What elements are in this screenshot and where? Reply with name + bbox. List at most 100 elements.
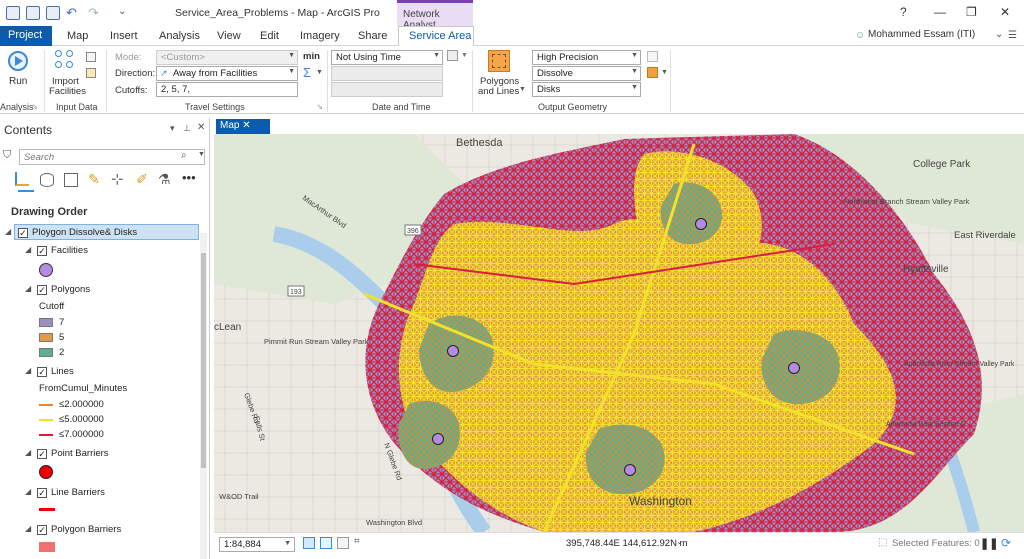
undo-icon[interactable]: ↶ — [66, 5, 77, 21]
date-field[interactable] — [331, 66, 443, 81]
expand-arrow-icon[interactable]: ◢ — [5, 227, 11, 236]
pane-menu-icon[interactable]: ▾ — [170, 123, 175, 134]
facilities-checkbox[interactable]: ✓ — [37, 246, 47, 256]
list-by-selection-icon[interactable] — [64, 173, 78, 187]
import-facilities-icon[interactable] — [55, 50, 77, 72]
lines-checkbox[interactable]: ✓ — [37, 367, 47, 377]
grid-icon[interactable] — [337, 537, 349, 549]
customize-qat-icon[interactable]: ⌄ — [118, 6, 126, 17]
list-by-editing-icon[interactable]: ✎ — [88, 171, 100, 188]
expand-arrow-icon[interactable]: ◢ — [25, 245, 31, 254]
restore-button[interactable]: ❐ — [966, 5, 977, 19]
expand-arrow-icon[interactable]: ◢ — [25, 487, 31, 496]
layer-visibility-checkbox[interactable]: ✓ — [18, 228, 28, 238]
scale-lock-icon[interactable]: ⌗ — [354, 536, 360, 547]
expand-arrow-icon[interactable]: ◢ — [25, 284, 31, 293]
properties-icon[interactable] — [86, 68, 96, 78]
run-icon[interactable] — [8, 51, 28, 71]
tab-service-area[interactable]: Service Area — [398, 26, 474, 47]
tab-analysis[interactable]: Analysis — [159, 30, 200, 42]
polygon-style-icon[interactable] — [647, 67, 658, 78]
run-button[interactable]: Run — [9, 76, 27, 87]
tab-map-view[interactable]: Map ✕ — [216, 119, 270, 134]
calendar-icon[interactable] — [447, 50, 458, 61]
close-button[interactable]: ✕ — [1000, 5, 1010, 19]
list-by-labeling-icon[interactable]: ✐ — [136, 171, 148, 188]
user-menu-chevron-icon[interactable]: ⌄ — [995, 29, 1003, 40]
tab-imagery[interactable]: Imagery — [300, 30, 340, 42]
user-account[interactable]: Mohammed Essam (ITI) — [868, 29, 975, 40]
open-project-icon[interactable] — [26, 6, 40, 20]
list-by-snapping-icon[interactable]: ⊹ — [111, 170, 124, 188]
direction-dropdown[interactable]: ↗ Away from Facilities ▼ — [156, 66, 298, 81]
expand-arrow-icon[interactable]: ◢ — [25, 524, 31, 533]
pin-icon[interactable]: ⊥ — [183, 123, 191, 134]
polygons-dropdown-icon[interactable]: ▼ — [519, 86, 526, 93]
facility-point[interactable] — [624, 464, 636, 476]
sigma-dropdown-icon[interactable]: ▼ — [316, 69, 323, 76]
polygons-layer[interactable]: Polygons — [51, 284, 90, 295]
dissolve-dropdown[interactable]: Dissolve ▼ — [532, 66, 641, 81]
polygon-barriers-layer[interactable]: Polygon Barriers — [51, 524, 121, 535]
new-project-icon[interactable] — [6, 6, 20, 20]
list-by-data-source-icon[interactable] — [40, 173, 54, 187]
pause-drawing-icon[interactable]: ❚❚ — [980, 537, 998, 550]
tab-project[interactable]: Project — [0, 26, 52, 46]
line-barriers-layer[interactable]: Line Barriers — [51, 487, 105, 498]
precision-dropdown[interactable]: High Precision ▼ — [532, 50, 641, 65]
list-by-perspective-icon[interactable]: ⚗ — [158, 171, 171, 188]
expand-arrow-icon[interactable]: ◢ — [25, 448, 31, 457]
add-item-icon[interactable] — [86, 52, 96, 62]
fixed-extent-icon[interactable] — [320, 537, 332, 549]
expand-arrow-icon[interactable]: ◢ — [25, 366, 31, 375]
facility-point[interactable] — [432, 433, 444, 445]
tab-map[interactable]: Map — [67, 30, 88, 42]
facilities-layer[interactable]: Facilities — [51, 245, 88, 256]
sigma-icon[interactable]: Σ — [303, 65, 311, 80]
contents-scroll-thumb[interactable] — [201, 253, 206, 468]
service-area-2min[interactable] — [761, 330, 840, 405]
coordinate-format-chevron-icon[interactable]: ⌄ — [676, 537, 683, 546]
tab-edit[interactable]: Edit — [260, 30, 279, 42]
fixed-zoom-icon[interactable] — [303, 537, 315, 549]
minimize-button[interactable]: — — [934, 5, 946, 19]
refresh-icon[interactable]: ⟳ — [1001, 536, 1011, 550]
lines-layer[interactable]: Lines — [51, 366, 74, 377]
launcher-icon[interactable]: ⬂ — [32, 103, 38, 111]
travel-launcher-icon[interactable]: ⬂ — [317, 103, 323, 111]
help-button[interactable]: ? — [900, 5, 907, 19]
facility-point[interactable] — [788, 362, 800, 374]
tab-insert[interactable]: Insert — [110, 30, 138, 42]
pane-close-icon[interactable]: ✕ — [197, 122, 205, 133]
service-area-2min[interactable] — [585, 424, 665, 495]
search-input[interactable]: Search — [19, 149, 205, 165]
cutoffs-input[interactable]: 2, 5, 7, — [156, 82, 298, 97]
facility-point[interactable] — [447, 345, 459, 357]
calendar-dropdown-icon[interactable]: ▼ — [461, 52, 468, 59]
polygon-barriers-checkbox[interactable]: ✓ — [37, 525, 47, 535]
facility-point[interactable] — [695, 218, 707, 230]
point-barriers-checkbox[interactable]: ✓ — [37, 449, 47, 459]
time-field[interactable] — [331, 82, 443, 97]
save-project-icon[interactable] — [46, 6, 60, 20]
search-dropdown-icon[interactable]: ▼ — [198, 151, 205, 158]
polygons-and-lines-icon[interactable] — [488, 50, 510, 72]
list-by-drawing-order-icon[interactable] — [15, 172, 29, 186]
tab-view[interactable]: View — [217, 30, 241, 42]
mode-dropdown[interactable]: <Custom> ▼ — [156, 50, 298, 65]
polygons-checkbox[interactable]: ✓ — [37, 285, 47, 295]
more-options-icon[interactable]: ••• — [182, 170, 196, 185]
polygon-style-dropdown-icon[interactable]: ▼ — [661, 69, 668, 76]
tab-share[interactable]: Share — [358, 30, 387, 42]
search-icon[interactable]: ⌕ — [181, 150, 187, 161]
notifications-icon[interactable]: ☰ — [1008, 30, 1017, 41]
map-view[interactable]: Bethesda College Park East Riverdale Hya… — [214, 134, 1024, 532]
filter-icon[interactable]: ⛉ — [3, 149, 11, 162]
scale-dropdown[interactable]: 1:84,884 ▼ — [219, 537, 295, 552]
time-dropdown[interactable]: Not Using Time ▼ — [331, 50, 443, 65]
map-tab-close-icon[interactable]: ✕ — [242, 120, 250, 131]
point-barriers-layer[interactable]: Point Barriers — [51, 448, 109, 459]
disks-dropdown[interactable]: Disks ▼ — [532, 82, 641, 97]
layer-name[interactable]: Ploygon Dissolve& Disks — [32, 227, 137, 238]
trim-icon[interactable] — [647, 51, 658, 62]
